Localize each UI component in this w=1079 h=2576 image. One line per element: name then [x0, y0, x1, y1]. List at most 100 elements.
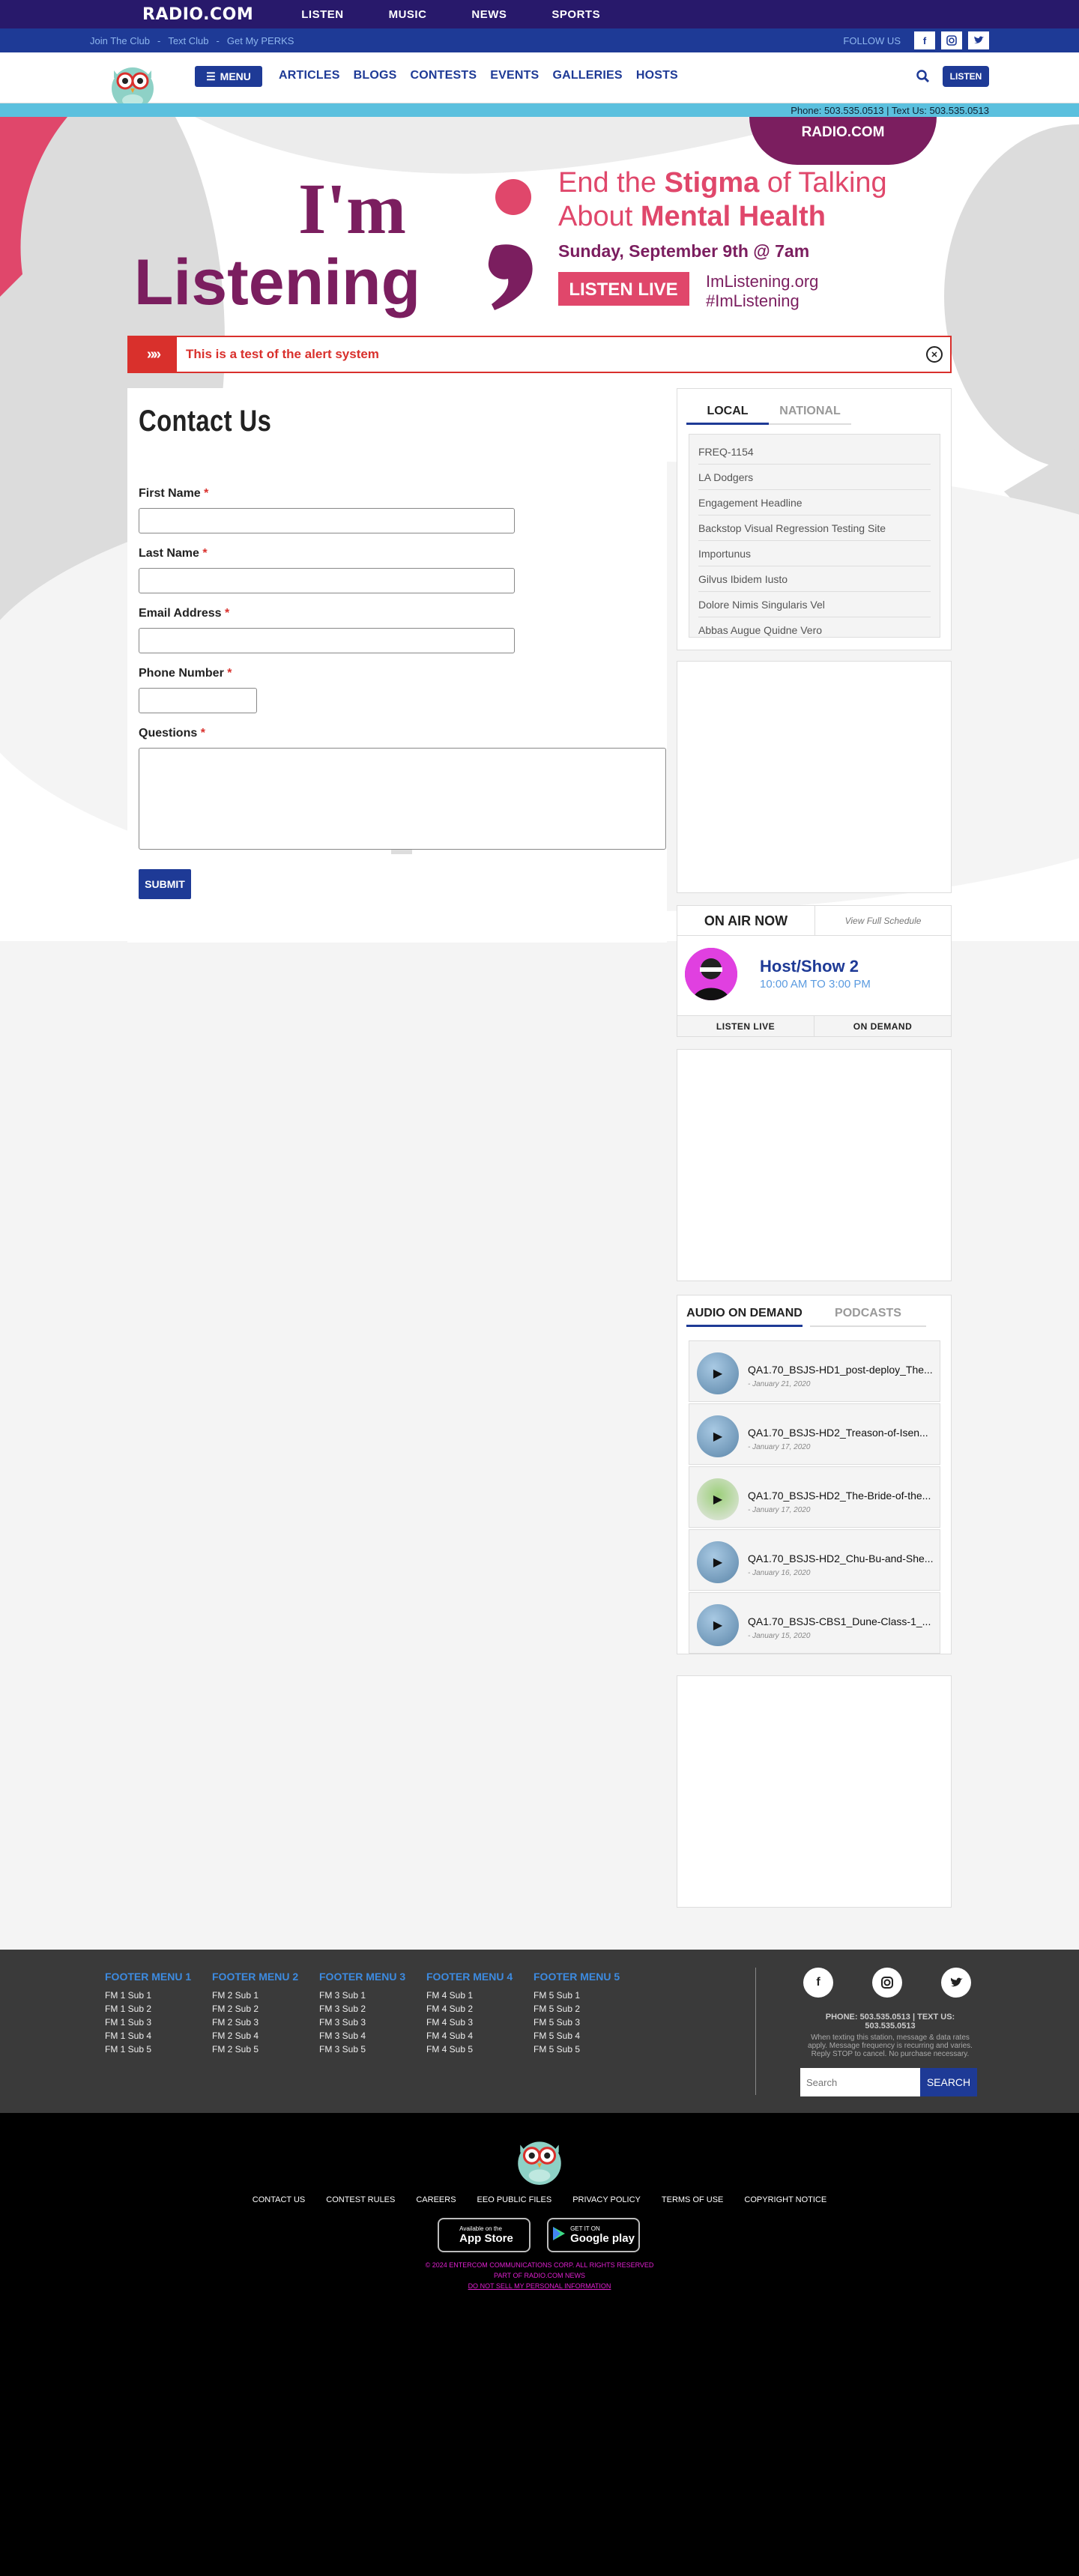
radio-com-logo[interactable]: RADIO.COM [142, 5, 253, 24]
footer-link[interactable]: FM 5 Sub 5 [534, 2043, 620, 2056]
footer-search-input[interactable] [800, 2068, 920, 2096]
tab-national[interactable]: NATIONAL [769, 399, 851, 425]
play-icon[interactable]: ▶ [697, 1352, 739, 1394]
audio-title[interactable]: QA1.70_BSJS-HD2_Treason-of-Isen... [748, 1427, 934, 1439]
do-not-sell-link[interactable]: DO NOT SELL MY PERSONAL INFORMATION [0, 2282, 1079, 2290]
footer-link[interactable]: FM 4 Sub 5 [426, 2043, 513, 2056]
list-item[interactable]: ▶ QA1.70_BSJS-CBS1_Dune-Class-1_... - Ja… [689, 1592, 940, 1654]
terms-link[interactable]: TERMS OF USE [662, 2195, 724, 2204]
google-play-button[interactable]: GET IT ON Google play [547, 2218, 640, 2252]
email-input[interactable] [139, 628, 515, 653]
tab-audio-on-demand[interactable]: AUDIO ON DEMAND [686, 1301, 803, 1327]
host-name[interactable]: Host/Show 2 [760, 957, 859, 976]
play-icon[interactable]: ▶ [697, 1604, 739, 1646]
list-item[interactable]: FREQ-1154 [698, 439, 931, 465]
questions-textarea[interactable] [139, 748, 666, 850]
list-item[interactable]: ▶ QA1.70_BSJS-HD2_Chu-Bu-and-She... - Ja… [689, 1529, 940, 1591]
nav-hosts[interactable]: HOSTS [636, 69, 678, 82]
menu-button[interactable]: ☰ MENU [195, 66, 262, 87]
footer-link[interactable]: FM 2 Sub 4 [212, 2029, 298, 2043]
tab-local[interactable]: LOCAL [686, 399, 769, 425]
footer-menu-title[interactable]: FOOTER MENU 5 [534, 1971, 620, 1983]
footer-link[interactable]: FM 5 Sub 1 [534, 1989, 620, 2002]
footer-link[interactable]: FM 3 Sub 5 [319, 2043, 405, 2056]
perks-link[interactable]: Get My PERKS [227, 35, 294, 46]
footer-link[interactable]: FM 3 Sub 3 [319, 2016, 405, 2029]
list-item[interactable]: Backstop Visual Regression Testing Site [698, 515, 931, 541]
twitter-icon[interactable] [941, 1968, 971, 1998]
nav-contests[interactable]: CONTESTS [411, 69, 477, 82]
list-item[interactable]: Engagement Headline [698, 490, 931, 515]
ad-slot[interactable] [677, 1049, 952, 1281]
audio-title[interactable]: QA1.70_BSJS-HD2_Chu-Bu-and-She... [748, 1552, 934, 1564]
footer-link[interactable]: FM 4 Sub 2 [426, 2002, 513, 2016]
ad-slot[interactable] [677, 1675, 952, 1908]
footer-link[interactable]: FM 1 Sub 4 [105, 2029, 191, 2043]
footer-link[interactable]: FM 4 Sub 3 [426, 2016, 513, 2029]
phone-input[interactable] [139, 688, 257, 713]
list-item[interactable]: ▶ QA1.70_BSJS-HD1_post-deploy_The... - J… [689, 1340, 940, 1402]
footer-menu-title[interactable]: FOOTER MENU 4 [426, 1971, 513, 1983]
footer-link[interactable]: FM 2 Sub 3 [212, 2016, 298, 2029]
list-item[interactable]: ▶ QA1.70_BSJS-HD2_Treason-of-Isen... - J… [689, 1403, 940, 1465]
join-club-link[interactable]: Join The Club [90, 35, 150, 46]
facebook-icon[interactable]: f [803, 1968, 833, 1998]
footer-menu-title[interactable]: FOOTER MENU 2 [212, 1971, 298, 1983]
footer-menu-title[interactable]: FOOTER MENU 1 [105, 1971, 191, 1983]
list-item[interactable]: Importunus [698, 541, 931, 566]
play-icon[interactable]: ▶ [697, 1478, 739, 1520]
network-nav-sports[interactable]: SPORTS [551, 8, 600, 21]
careers-link[interactable]: CAREERS [416, 2195, 456, 2204]
footer-link[interactable]: FM 2 Sub 2 [212, 2002, 298, 2016]
submit-button[interactable]: SUBMIT [139, 869, 191, 899]
host-avatar[interactable] [685, 948, 737, 1000]
eeo-link[interactable]: EEO PUBLIC FILES [477, 2195, 552, 2204]
app-store-button[interactable]: Available on the App Store [438, 2218, 531, 2252]
listen-live-button[interactable]: LISTEN LIVE [677, 1016, 814, 1036]
footer-link[interactable]: FM 1 Sub 5 [105, 2043, 191, 2056]
network-nav-listen[interactable]: LISTEN [301, 8, 343, 21]
nav-articles[interactable]: ARTICLES [279, 69, 340, 82]
nav-galleries[interactable]: GALLERIES [552, 69, 622, 82]
instagram-icon[interactable] [941, 31, 962, 49]
footer-link[interactable]: FM 4 Sub 1 [426, 1989, 513, 2002]
network-nav-news[interactable]: NEWS [471, 8, 507, 21]
twitter-icon[interactable] [968, 31, 989, 49]
first-name-input[interactable] [139, 508, 515, 533]
tab-podcasts[interactable]: PODCASTS [810, 1301, 926, 1327]
footer-link[interactable]: FM 3 Sub 1 [319, 1989, 405, 2002]
station-owl-logo[interactable] [510, 2129, 569, 2186]
copyright-link[interactable]: COPYRIGHT NOTICE [744, 2195, 826, 2204]
station-owl-logo[interactable] [105, 55, 160, 111]
list-item[interactable]: LA Dodgers [698, 465, 931, 490]
footer-link[interactable]: FM 4 Sub 4 [426, 2029, 513, 2043]
listen-button[interactable]: LISTEN [943, 66, 989, 87]
close-icon[interactable]: ✕ [926, 346, 943, 363]
privacy-policy-link[interactable]: PRIVACY POLICY [572, 2195, 641, 2204]
text-club-link[interactable]: Text Club [168, 35, 208, 46]
list-item[interactable]: Dolore Nimis Singularis Vel [698, 592, 931, 617]
textarea-resize-handle[interactable] [391, 850, 412, 854]
nav-events[interactable]: EVENTS [490, 69, 539, 82]
footer-link[interactable]: FM 1 Sub 3 [105, 2016, 191, 2029]
audio-title[interactable]: QA1.70_BSJS-HD1_post-deploy_The... [748, 1364, 934, 1376]
network-nav-music[interactable]: MUSIC [389, 8, 427, 21]
footer-link[interactable]: FM 5 Sub 4 [534, 2029, 620, 2043]
nav-blogs[interactable]: BLOGS [354, 69, 397, 82]
footer-link[interactable]: FM 1 Sub 1 [105, 1989, 191, 2002]
footer-link[interactable]: FM 5 Sub 3 [534, 2016, 620, 2029]
contact-us-link[interactable]: CONTACT US [253, 2195, 306, 2204]
play-icon[interactable]: ▶ [697, 1415, 739, 1457]
view-schedule-link[interactable]: View Full Schedule [815, 906, 951, 936]
footer-link[interactable]: FM 1 Sub 2 [105, 2002, 191, 2016]
footer-menu-title[interactable]: FOOTER MENU 3 [319, 1971, 405, 1983]
ad-slot[interactable] [677, 661, 952, 893]
last-name-input[interactable] [139, 568, 515, 593]
footer-link[interactable]: FM 2 Sub 1 [212, 1989, 298, 2002]
play-icon[interactable]: ▶ [697, 1541, 739, 1583]
list-item[interactable]: Gilvus Ibidem Iusto [698, 566, 931, 592]
footer-search-button[interactable]: SEARCH [920, 2068, 977, 2096]
list-item[interactable]: ▶ QA1.70_BSJS-HD2_The-Bride-of-the... - … [689, 1466, 940, 1528]
instagram-icon[interactable] [872, 1968, 902, 1998]
footer-link[interactable]: FM 3 Sub 2 [319, 2002, 405, 2016]
